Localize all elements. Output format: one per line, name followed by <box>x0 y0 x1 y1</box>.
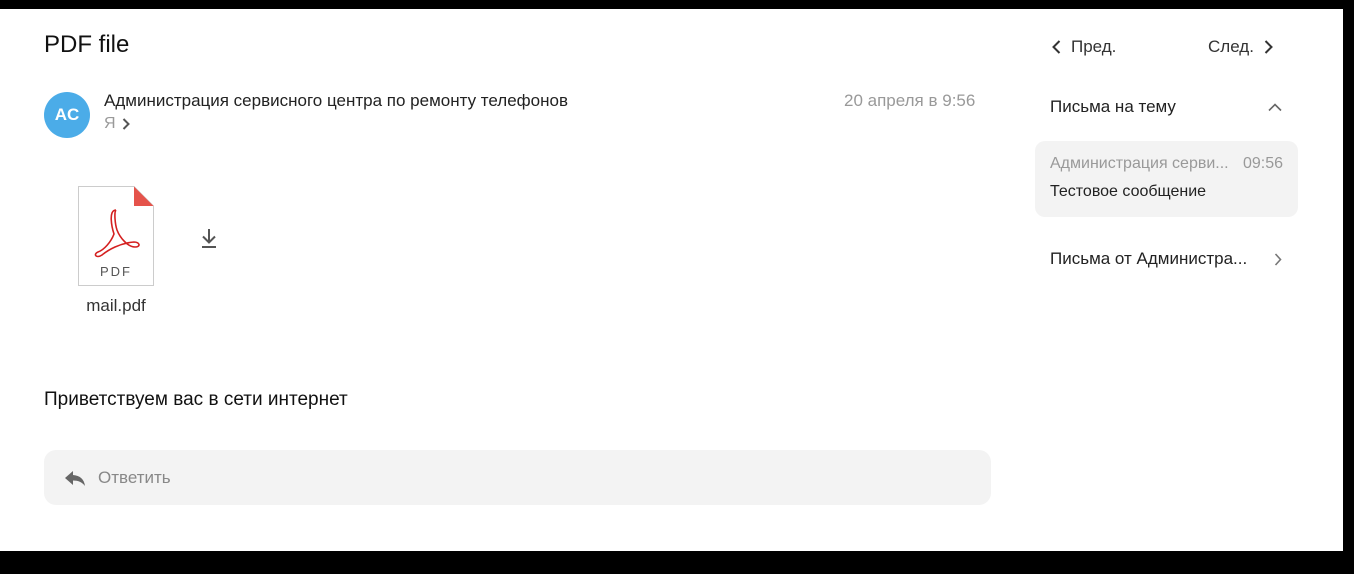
recipient-toggle[interactable]: Я <box>104 115 130 133</box>
attachment-type-label: PDF <box>100 264 132 279</box>
attachment-pdf[interactable]: PDF <box>78 186 154 286</box>
letters-from-sender-label: Письма от Администра... <box>1050 249 1248 268</box>
chevron-left-icon <box>1052 40 1061 54</box>
thread-item-sender: Администрация серви... <box>1050 155 1229 172</box>
chevron-up-icon <box>1268 102 1282 112</box>
message-body: Приветствуем вас в сети интернет <box>44 389 348 410</box>
chevron-right-icon <box>1264 40 1273 54</box>
thread-item-subject: Тестовое сообщение <box>1050 183 1207 200</box>
letters-from-sender-link[interactable]: Письма от Администра... <box>1050 249 1282 269</box>
sender-avatar[interactable]: AC <box>44 92 90 138</box>
prev-label: Пред. <box>1071 37 1117 56</box>
download-icon[interactable] <box>198 226 220 250</box>
recipient-name: Я <box>104 115 116 132</box>
prev-message-button[interactable]: Пред. <box>1052 37 1116 57</box>
thread-header-label: Письма на тему <box>1050 97 1176 116</box>
pdf-file-icon: PDF <box>78 186 154 286</box>
chevron-right-icon <box>1274 252 1282 266</box>
sender-name[interactable]: Администрация сервисного центра по ремон… <box>104 91 568 111</box>
attachment-file-name[interactable]: mail.pdf <box>66 296 166 316</box>
chevron-right-icon <box>122 118 130 130</box>
mail-view: PDF file AC Администрация сервисного цен… <box>0 9 1343 551</box>
thread-list-item[interactable]: Администрация серви... 09:56 Тестовое со… <box>1035 141 1298 217</box>
thread-item-time: 09:56 <box>1242 155 1283 172</box>
message-subject: PDF file <box>44 31 130 58</box>
message-date: 20 апреля в 9:56 <box>844 91 976 110</box>
reply-label: Ответить <box>98 467 171 487</box>
reply-icon <box>64 468 86 488</box>
next-message-button[interactable]: След. <box>1208 37 1273 57</box>
thread-section-toggle[interactable]: Письма на тему <box>1050 97 1282 117</box>
reply-button[interactable]: Ответить <box>44 450 991 505</box>
next-label: След. <box>1208 37 1254 56</box>
